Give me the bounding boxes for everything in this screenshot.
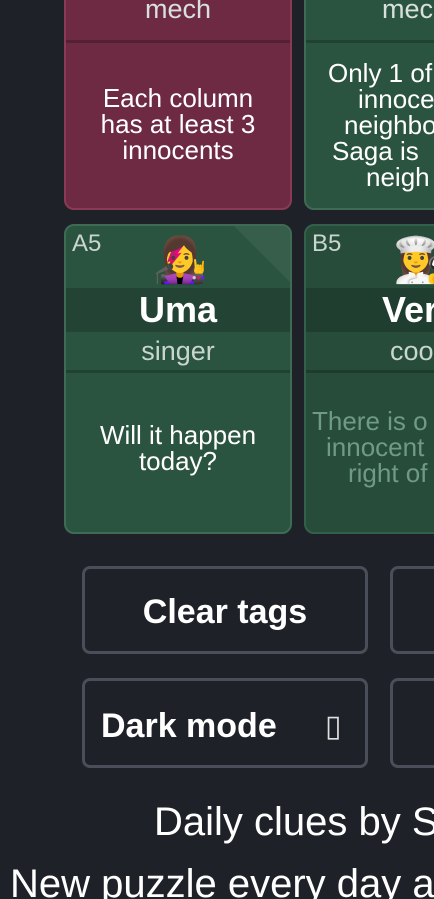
dark-mode-toggle-icon[interactable]: ▯ xyxy=(325,709,342,744)
side-button-1[interactable] xyxy=(390,566,434,654)
card-b5[interactable]: B5 👩‍🍳 Ver coo There is o innocent right… xyxy=(304,224,434,534)
new-puzzle-note: New puzzle every day a xyxy=(10,862,434,899)
card-profession: singer xyxy=(141,336,215,366)
clue-line: There is o xyxy=(312,406,428,436)
card-corner-fold xyxy=(232,226,290,284)
card-a4[interactable]: mech Each column has at least 3 innocent… xyxy=(64,0,292,210)
cook-avatar-icon: 👩‍🍳 xyxy=(390,232,434,290)
card-divider xyxy=(306,370,434,373)
card-name: Ver xyxy=(382,289,434,330)
card-role: mec xyxy=(382,0,434,24)
clue-line: Saga is xyxy=(332,136,419,166)
clue-line: innocents xyxy=(122,135,234,165)
clear-tags-label: Clear tags xyxy=(142,593,308,631)
clue-line: right of xyxy=(348,458,428,488)
side-button-2[interactable] xyxy=(390,678,434,768)
card-clue: Only 1 of innoce neighbo Saga is neigh xyxy=(326,60,434,190)
clue-line: Will it happen xyxy=(99,420,257,450)
dark-mode-button[interactable]: Dark mode ▯ xyxy=(82,678,368,768)
card-clue: There is o innocent right of xyxy=(312,408,434,486)
card-role: mech xyxy=(144,0,212,24)
card-coordinate: A5 xyxy=(72,230,102,257)
card-coordinate: B5 xyxy=(312,230,342,257)
daily-clues-credit: Daily clues by S xyxy=(154,800,434,844)
clue-line: today? xyxy=(138,446,218,476)
card-divider xyxy=(66,370,290,373)
card-profession: coo xyxy=(390,336,434,366)
card-a5[interactable]: A5 👩‍🎤 Uma singer Will it happen today? xyxy=(64,224,292,534)
card-name: Uma xyxy=(138,289,218,330)
card-divider xyxy=(306,40,434,43)
clue-line: neighbo xyxy=(344,110,434,140)
card-divider xyxy=(66,40,290,43)
singer-avatar-icon: 👩‍🎤 xyxy=(152,236,208,285)
clear-tags-button[interactable]: Clear tags xyxy=(82,566,368,654)
clue-line: neigh xyxy=(366,162,430,192)
clue-line: innocent xyxy=(326,432,425,462)
clue-line: innoce xyxy=(358,84,434,114)
puzzle-page: mech Each column has at least 3 innocent… xyxy=(0,0,434,899)
clue-line: has at least 3 xyxy=(100,109,256,139)
clue-line: Only 1 of xyxy=(328,58,433,88)
clue-line: Each column xyxy=(102,83,254,113)
card-clue: Each column has at least 3 innocents xyxy=(66,85,290,163)
card-clue: Will it happen today? xyxy=(66,422,290,474)
card-b4[interactable]: mec Only 1 of innoce neighbo Saga is nei… xyxy=(304,0,434,210)
dark-mode-label: Dark mode xyxy=(101,707,277,745)
